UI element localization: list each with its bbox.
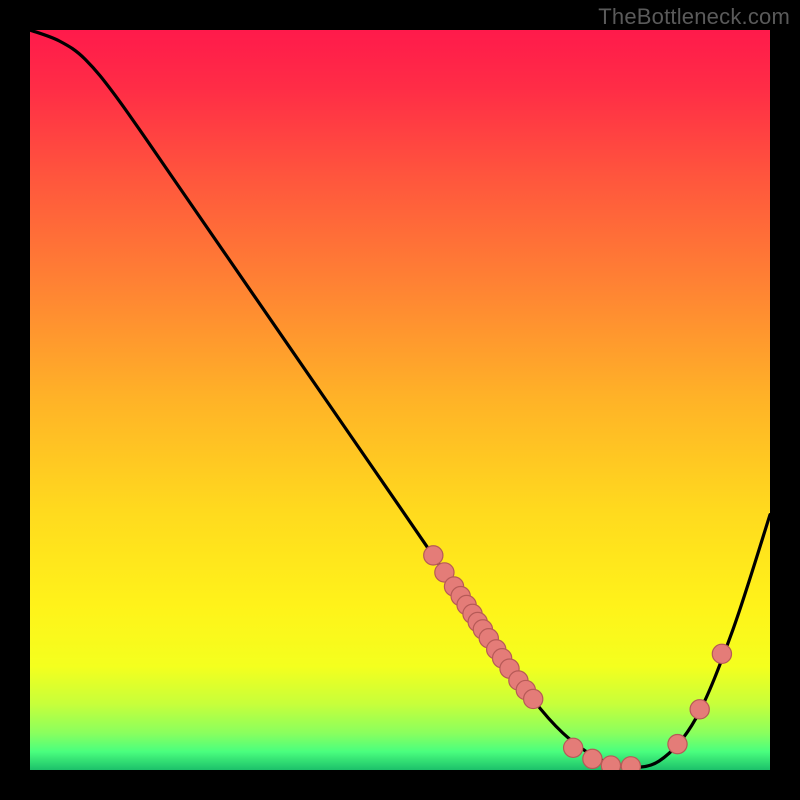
attribution-label: TheBottleneck.com [598,4,790,30]
data-marker [524,689,543,708]
data-marker [564,738,583,757]
data-marker [668,734,687,753]
data-marker [424,546,443,565]
data-marker [712,644,731,663]
data-marker [583,749,602,768]
data-marker [621,757,640,770]
chart-svg [30,30,770,770]
chart-plot-area [30,30,770,770]
data-marker [601,756,620,770]
data-marker [690,700,709,719]
chart-background [30,30,770,770]
chart-stage: TheBottleneck.com [0,0,800,800]
